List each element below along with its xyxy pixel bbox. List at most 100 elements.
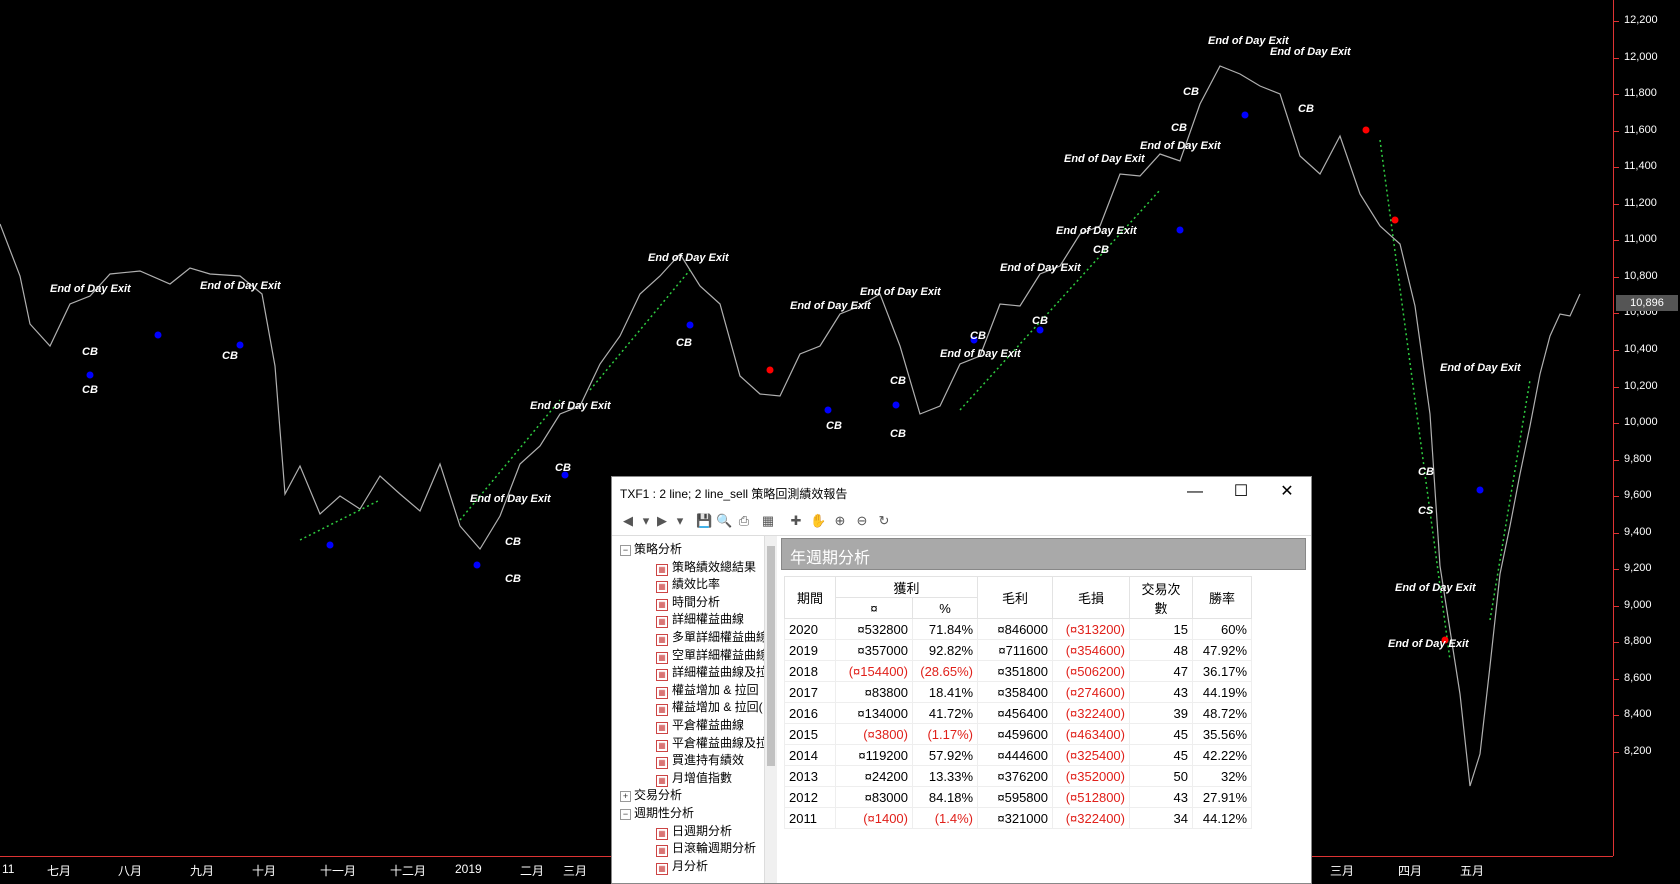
tree-item[interactable]: ▦ 平倉權益曲線及拉: [656, 734, 764, 752]
cell-period: 2015: [784, 723, 836, 745]
buy-signal-label: CB: [970, 330, 986, 342]
cell-win-rate: 36.17%: [1192, 660, 1252, 682]
tree-group-label: 策略分析: [634, 542, 683, 556]
zoom-out-icon[interactable]: ⊖: [854, 513, 870, 529]
buy-marker: [86, 371, 94, 379]
cell-period: 2011: [784, 807, 836, 829]
report-page-icon: ▦: [656, 774, 668, 787]
tree-item[interactable]: ▦ 日週期分析: [656, 822, 732, 840]
cell-gross-loss: (¤463400): [1052, 723, 1130, 745]
tree-item[interactable]: ▦ 日滾輪週期分析: [656, 839, 756, 858]
cell-pct: 41.72%: [912, 702, 978, 724]
crosshair-icon[interactable]: ✚: [788, 513, 804, 529]
calculator-icon[interactable]: ▦: [760, 513, 776, 529]
cell-period: 2016: [784, 702, 836, 724]
table-row: 2016 ¤134000 41.72% ¤456400 (¤322400) 39 48.72…: [784, 702, 1252, 724]
tree-item-label: 權益增加 & 拉回(: [672, 700, 763, 715]
tree-item[interactable]: ▦ 月增值指數: [656, 769, 732, 787]
tree-item[interactable]: ▦ 多單詳細權益曲線: [656, 628, 764, 646]
report-page-icon: ▦: [656, 722, 668, 734]
tree-item[interactable]: ▦ 月分析: [656, 857, 708, 875]
table-row: 2019 ¤357000 92.82% ¤711600 (¤354600) 48 47.92…: [784, 639, 1252, 661]
pan-hand-icon[interactable]: ✋: [810, 513, 826, 529]
cell-gross-loss: (¤354600): [1052, 639, 1130, 661]
exit-signal-label: End of Day Exit: [50, 283, 131, 295]
price-tick-label: 8,400: [1624, 708, 1652, 721]
collapse-icon[interactable]: −: [620, 809, 631, 820]
cell-period: 2017: [784, 681, 836, 703]
exit-signal-label: End of Day Exit: [1064, 153, 1145, 165]
buy-signal-label: CB: [555, 462, 571, 474]
price-tick-mark: [1613, 167, 1619, 169]
save-icon[interactable]: 💾: [696, 513, 712, 529]
tree-item[interactable]: ▦ 空單詳細權益曲線: [656, 646, 764, 664]
tree-item[interactable]: ▦ 詳細權益曲線及拉: [656, 663, 764, 682]
cell-win-rate: 44.19%: [1192, 681, 1252, 703]
tree-item-label: 時間分析: [672, 594, 721, 609]
buy-signal-label: CB: [505, 573, 521, 585]
buy-marker: [1241, 111, 1249, 119]
tree-group[interactable]: − 策略分析: [620, 540, 682, 558]
tree-item[interactable]: ▦ 時間分析: [656, 593, 720, 611]
price-tick-mark: [1613, 642, 1619, 644]
cell-period: 2018: [784, 660, 836, 682]
exit-signal-label: End of Day Exit: [790, 300, 871, 312]
tree-item[interactable]: ▦ 買進持有績效: [656, 751, 744, 770]
preview-icon[interactable]: 🔍: [716, 513, 732, 529]
tree-item[interactable]: ▦ 詳細權益曲線: [656, 610, 744, 629]
cell-trades: 43: [1129, 681, 1193, 703]
window-title-bar[interactable]: TXF1 : 2 line; 2 line_sell 策略回測績效報告 — ☐ …: [612, 477, 1311, 507]
refresh-icon[interactable]: ↻: [876, 513, 892, 529]
cell-pct: 57.92%: [912, 744, 978, 766]
tree-group[interactable]: + 交易分析: [620, 786, 682, 804]
cell-trades: 45: [1129, 723, 1193, 745]
minimize-button[interactable]: —: [1172, 477, 1218, 507]
tree-scrollbar-thumb[interactable]: [767, 546, 775, 766]
tree-item[interactable]: ▦ 策略績效總結果: [656, 558, 756, 576]
tree-item-label: 平倉權益曲線: [672, 718, 745, 732]
report-toolbar: ◀ ▾ ▶ ▾ 💾 🔍 ⎙ ▦ ✚ ✋ ⊕ ⊖ ↻: [612, 507, 1311, 536]
time-axis-label: 十一月: [320, 864, 357, 878]
report-content: 年週期分析 期間 獲利 毛利 毛損 交易次數 勝率 ¤ % 2020 ¤53280…: [778, 536, 1311, 883]
tree-group[interactable]: − 週期性分析: [620, 804, 694, 822]
buy-signal-label: CB: [1183, 86, 1199, 98]
exit-signal-label: End of Day Exit: [530, 400, 611, 412]
cell-period: 2012: [784, 786, 836, 808]
report-page-icon: ▦: [656, 598, 668, 611]
cell-gross-profit: ¤459600: [977, 723, 1053, 745]
back-icon[interactable]: ◀: [620, 513, 636, 529]
tree-item[interactable]: ▦ 績效比率: [656, 575, 720, 594]
table-row: 2020 ¤532800 71.84% ¤846000 (¤313200) 15 60%: [784, 618, 1252, 640]
cell-gross-loss: (¤313200): [1052, 618, 1130, 640]
zoom-in-icon[interactable]: ⊕: [832, 513, 848, 529]
tree-item[interactable]: ▦ 權益增加 & 拉回: [656, 681, 759, 699]
price-tick-label: 9,600: [1624, 489, 1652, 502]
cell-period: 2013: [784, 765, 836, 787]
collapse-icon[interactable]: −: [620, 545, 631, 556]
report-page-icon: ▦: [656, 704, 668, 717]
table-row: 2012 ¤83000 84.18% ¤595800 (¤512800) 43 27.91%: [784, 786, 1252, 808]
report-page-icon: ▦: [656, 634, 668, 646]
backtest-report-window[interactable]: TXF1 : 2 line; 2 line_sell 策略回測績效報告 — ☐ …: [611, 476, 1312, 884]
cell-gross-profit: ¤321000: [977, 807, 1053, 829]
close-button[interactable]: ✕: [1264, 477, 1310, 507]
expand-icon[interactable]: +: [620, 791, 631, 803]
forward-icon[interactable]: ▶: [654, 513, 670, 529]
buy-marker: [154, 331, 162, 339]
print-icon[interactable]: ⎙: [736, 513, 752, 529]
forward-dropdown-icon[interactable]: ▾: [672, 513, 688, 529]
section-title: 年週期分析: [790, 550, 871, 567]
tree-item[interactable]: ▦ 權益增加 & 拉回(: [656, 698, 763, 717]
price-tick-label: 8,800: [1624, 635, 1652, 648]
cell-trades: 15: [1129, 618, 1193, 640]
maximize-button[interactable]: ☐: [1218, 477, 1264, 507]
back-dropdown-icon[interactable]: ▾: [638, 513, 654, 529]
tree-item[interactable]: ▦ 平倉權益曲線: [656, 716, 744, 734]
tree-scrollbar[interactable]: [764, 536, 777, 883]
trend-line: [1489, 379, 1531, 621]
price-tick-label: 9,000: [1624, 598, 1652, 611]
report-page-icon: ▦: [656, 686, 668, 699]
cell-profit: ¤83000: [835, 786, 913, 808]
buy-signal-label: CB: [1298, 103, 1314, 115]
price-tick-label: 10,000: [1624, 416, 1658, 429]
